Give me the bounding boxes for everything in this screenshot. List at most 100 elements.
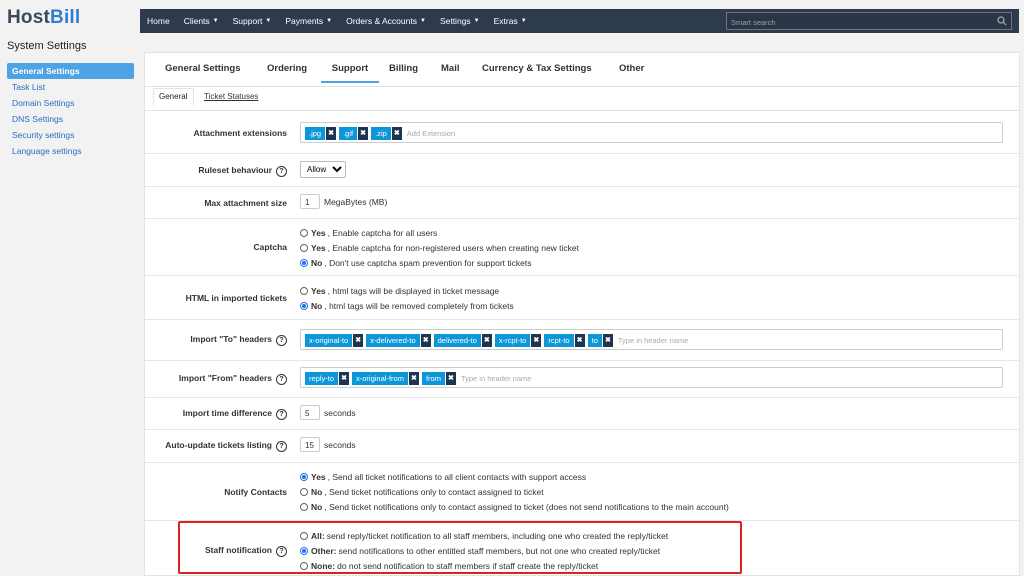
nav-payments[interactable]: Payments ▼ [278, 16, 339, 26]
import-time-input[interactable]: 5 [300, 405, 320, 420]
tag-label: x-rcpt-to [494, 334, 531, 347]
row-ruleset-behaviour: Ruleset behaviour? Allow [145, 153, 1019, 187]
row-import-to-headers: Import "To" headers? x-original-to ✖ x-de… [145, 319, 1019, 361]
max-attachment-size-input[interactable]: 1 [300, 194, 320, 209]
search-icon[interactable] [997, 16, 1007, 26]
nav-settings[interactable]: Settings ▼ [433, 16, 487, 26]
nav-orders-accounts[interactable]: Orders & Accounts ▼ [339, 16, 433, 26]
row-import-time-difference: Import time difference? 5 seconds [145, 397, 1019, 430]
radio-button[interactable] [300, 502, 308, 511]
nav-extras[interactable]: Extras ▼ [487, 16, 534, 26]
html-imported-options: Yes, html tags will be displayed in tick… [300, 283, 514, 313]
tag-label: x-original-from [352, 372, 408, 385]
notify-contacts-label: Notify Contacts [224, 487, 287, 497]
sidebar-item-general-settings[interactable]: General Settings [7, 63, 134, 79]
sidebar-item-language-settings[interactable]: Language settings [7, 143, 134, 159]
captcha-option-yes-unregistered[interactable]: Yes, Enable captcha for non-registered u… [300, 240, 579, 255]
row-notify-contacts: Notify Contacts Yes, Send all ticket not… [145, 462, 1019, 521]
ruleset-behaviour-select[interactable]: Allow [300, 161, 346, 178]
html-option-no[interactable]: No, html tags will be removed completely… [300, 298, 514, 313]
row-captcha: Captcha Yes, Enable captcha for all user… [145, 218, 1019, 276]
hostbill-logo[interactable]: HostBill [7, 7, 80, 29]
help-icon[interactable]: ? [276, 166, 287, 177]
add-extension-input[interactable] [404, 128, 509, 139]
tag-label: x-original-to [305, 334, 353, 347]
tag-remove-icon[interactable]: ✖ [358, 127, 369, 140]
tag-item: x-original-to ✖ [305, 334, 364, 347]
notify-option-no-main[interactable]: No, Send ticket notifications only to co… [300, 499, 729, 514]
radio-button[interactable] [300, 243, 308, 252]
caret-down-icon: ▼ [326, 18, 333, 24]
sidebar-item-task-list[interactable]: Task List [7, 79, 134, 95]
max-attachment-unit: MegaBytes (MB) [324, 196, 388, 207]
notify-option-yes[interactable]: Yes, Send all ticket notifications to al… [300, 469, 729, 484]
sidebar-item-dns-settings[interactable]: DNS Settings [7, 111, 134, 127]
settings-panel: General Settings Ordering Support Billin… [144, 52, 1020, 576]
subtab-ticket-statuses[interactable]: Ticket Statuses [204, 92, 258, 101]
tag-remove-icon[interactable]: ✖ [574, 334, 585, 347]
radio-button-selected[interactable] [300, 258, 308, 267]
import-from-label: Import "From" headers [178, 373, 272, 383]
help-icon[interactable]: ? [276, 335, 287, 346]
logo-main: Host [7, 7, 51, 28]
radio-button-selected[interactable] [300, 472, 308, 481]
tab-billing[interactable]: Billing [389, 63, 418, 74]
tag-item: rcpt-to ✖ [544, 334, 585, 347]
tab-currency-tax[interactable]: Currency & Tax Settings [482, 63, 592, 74]
auto-update-input[interactable]: 15 [300, 437, 320, 452]
tag-label: .gif [339, 127, 358, 140]
tab-support[interactable]: Support [321, 63, 379, 83]
auto-update-label: Auto-update tickets listing [165, 440, 272, 450]
max-attachment-size-label: Max attachment size [204, 198, 287, 208]
import-from-header-input[interactable] [458, 373, 563, 384]
tag-label: .zip [371, 127, 391, 140]
sidebar-menu: General Settings Task List Domain Settin… [7, 63, 134, 159]
tag-item: x-rcpt-to ✖ [494, 334, 542, 347]
tag-remove-icon[interactable]: ✖ [445, 372, 456, 385]
tag-remove-icon[interactable]: ✖ [531, 334, 542, 347]
nav-home[interactable]: Home [140, 16, 177, 26]
sidebar-item-domain-settings[interactable]: Domain Settings [7, 95, 134, 111]
import-from-label-wrap: Import "From" headers? [145, 373, 287, 385]
radio-button[interactable] [300, 286, 308, 295]
tag-remove-icon[interactable]: ✖ [408, 372, 419, 385]
tag-remove-icon[interactable]: ✖ [353, 334, 364, 347]
tag-remove-icon[interactable]: ✖ [481, 334, 492, 347]
row-max-attachment-size: Max attachment size 1 MegaBytes (MB) [145, 186, 1019, 219]
tab-mail[interactable]: Mail [441, 63, 459, 74]
subtab-general[interactable]: General [159, 92, 187, 101]
auto-update-unit: seconds [324, 439, 356, 450]
ruleset-behaviour-label-wrap: Ruleset behaviour? [145, 165, 287, 177]
help-icon[interactable]: ? [276, 409, 287, 420]
tag-item: .jpg ✖ [305, 127, 337, 140]
nav-support[interactable]: Support ▼ [226, 16, 279, 26]
tab-general-settings[interactable]: General Settings [165, 63, 241, 74]
tag-remove-icon[interactable]: ✖ [326, 127, 337, 140]
help-icon[interactable]: ? [276, 441, 287, 452]
captcha-option-no[interactable]: No, Don't use captcha spam prevention fo… [300, 255, 579, 270]
sidebar-item-security-settings[interactable]: Security settings [7, 127, 134, 143]
captcha-option-yes-all[interactable]: Yes, Enable captcha for all users [300, 225, 579, 240]
tag-remove-icon[interactable]: ✖ [602, 334, 613, 347]
html-option-yes[interactable]: Yes, html tags will be displayed in tick… [300, 283, 514, 298]
tag-remove-icon[interactable]: ✖ [339, 372, 350, 385]
tab-other[interactable]: Other [619, 63, 644, 74]
nav-clients[interactable]: Clients ▼ [177, 16, 226, 26]
import-to-label: Import "To" headers [190, 334, 272, 344]
notify-option-no-assigned[interactable]: No, Send ticket notifications only to co… [300, 484, 729, 499]
smart-search-input[interactable] [729, 14, 993, 30]
tab-ordering[interactable]: Ordering [267, 63, 307, 74]
tag-remove-icon[interactable]: ✖ [420, 334, 431, 347]
option-bold: Yes [311, 471, 326, 482]
radio-button-selected[interactable] [300, 301, 308, 310]
radio-button[interactable] [300, 487, 308, 496]
highlight-box [178, 521, 742, 574]
import-to-header-input[interactable] [615, 335, 720, 346]
tag-remove-icon[interactable]: ✖ [391, 127, 402, 140]
ruleset-select-wrap: Allow [300, 161, 346, 178]
radio-button[interactable] [300, 228, 308, 237]
smart-search [726, 12, 1012, 30]
nav-clients-label: Clients [183, 16, 210, 26]
main-nav: Home Clients ▼ Support ▼ Payments ▼ Orders … [140, 9, 534, 33]
help-icon[interactable]: ? [276, 374, 287, 385]
